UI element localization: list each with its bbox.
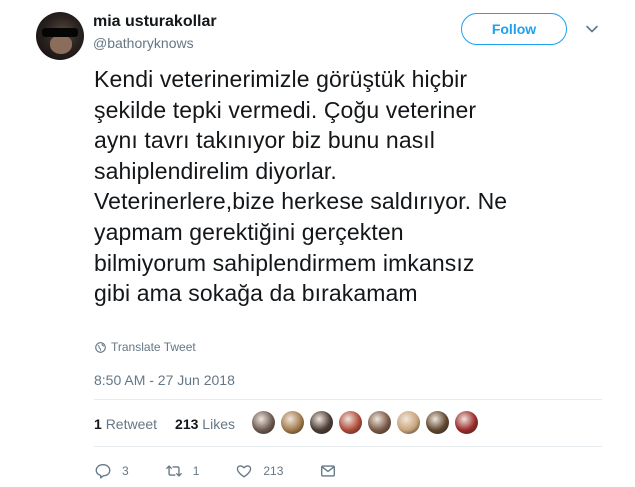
divider [94, 399, 602, 400]
tweet-timestamp[interactable]: 8:50 AM - 27 Jun 2018 [94, 372, 235, 388]
tweet-stats: 1 Retweet 213 Likes [94, 416, 239, 432]
retweet-stat-label: Retweet [105, 416, 158, 432]
retweet-stat[interactable]: 1 Retweet [94, 416, 161, 432]
liker-avatar-3[interactable] [310, 411, 333, 434]
reply-button[interactable]: 3 [94, 462, 129, 480]
like-count: 213 [263, 464, 284, 478]
reply-count: 3 [122, 464, 129, 478]
liker-avatar-2[interactable] [281, 411, 304, 434]
avatar-mask [42, 28, 78, 37]
liker-avatar-8[interactable] [455, 411, 478, 434]
display-name[interactable]: mia usturakollar [93, 13, 217, 31]
divider [94, 446, 602, 447]
tweet-card: mia usturakollar @bathoryknows Follow Ke… [0, 0, 635, 487]
heart-icon [237, 465, 252, 478]
like-button[interactable]: 213 [235, 462, 283, 480]
tweet-text: Kendi veterinerimizle görüştük hiçbir şe… [94, 66, 508, 307]
like-stat-label: Likes [202, 416, 235, 432]
follow-button[interactable]: Follow [461, 13, 567, 45]
tweet-actions: 3 1 213 [94, 461, 373, 481]
like-stat-count: 213 [175, 416, 199, 432]
liker-avatars [252, 411, 478, 434]
avatar-face [50, 36, 72, 54]
translate-label: Translate Tweet [111, 340, 196, 354]
retweet-button[interactable]: 1 [165, 462, 200, 480]
liker-avatar-7[interactable] [426, 411, 449, 434]
liker-avatar-1[interactable] [252, 411, 275, 434]
retweet-count: 1 [192, 464, 200, 478]
avatar[interactable] [36, 12, 84, 60]
liker-avatar-6[interactable] [397, 411, 420, 434]
reply-icon [95, 464, 111, 479]
chevron-down-icon[interactable] [585, 22, 599, 36]
direct-message-button[interactable] [319, 462, 337, 480]
envelope-icon [321, 465, 336, 477]
retweet-icon [165, 465, 182, 477]
liker-avatar-5[interactable] [368, 411, 391, 434]
like-stat[interactable]: 213 Likes [175, 416, 239, 432]
liker-avatar-4[interactable] [339, 411, 362, 434]
globe-icon [95, 341, 106, 353]
retweet-stat-count: 1 [94, 416, 102, 432]
user-handle[interactable]: @bathoryknows [93, 35, 194, 51]
translate-tweet-link[interactable]: Translate Tweet [95, 340, 196, 354]
